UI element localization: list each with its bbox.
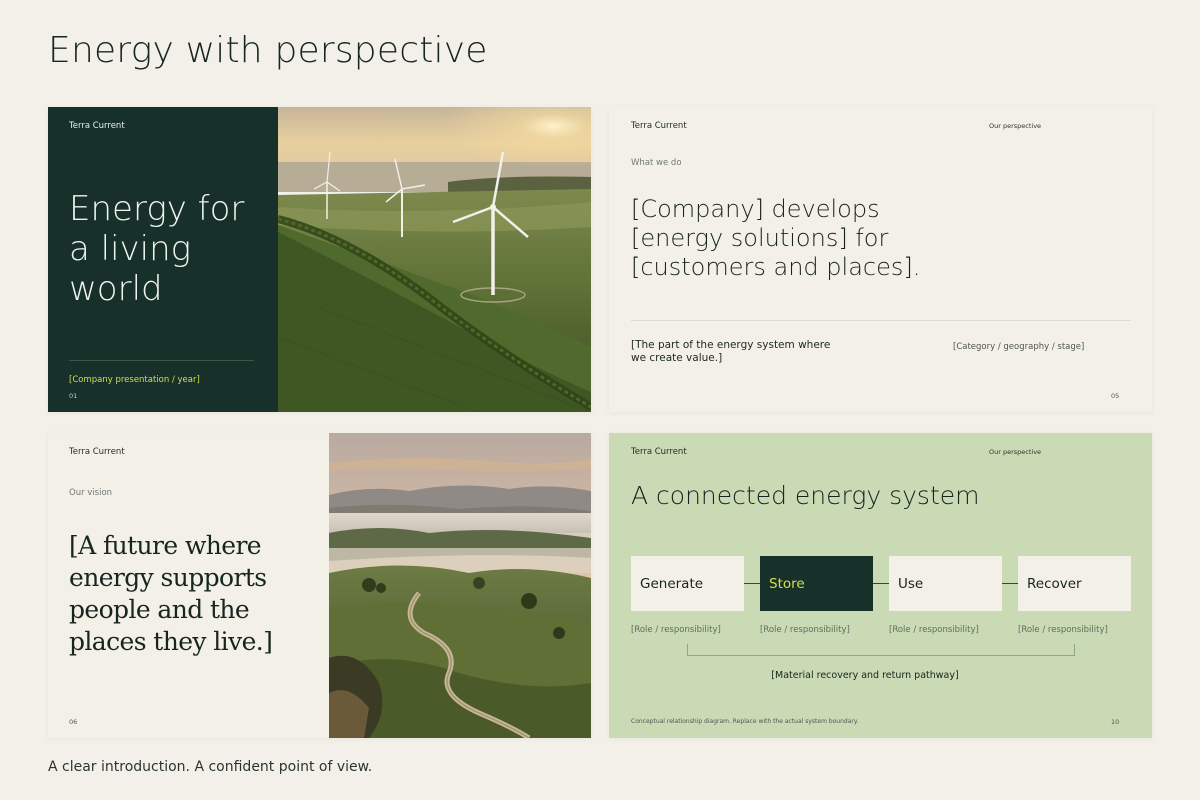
misty-valley-photo xyxy=(329,433,591,738)
page-title: Energy with perspective xyxy=(48,30,488,71)
step-store: Store xyxy=(760,556,873,611)
company-statement: [Company] develops [energy solutions] fo… xyxy=(631,195,921,281)
step-use: Use xyxy=(889,556,1002,611)
connector-line xyxy=(1002,583,1018,584)
brand-name: Terra Current xyxy=(69,121,125,131)
step-role: [Role / responsibility] xyxy=(631,625,721,635)
slide-number: 05 xyxy=(1111,392,1120,400)
presentation-meta: [Company presentation / year] xyxy=(69,375,200,385)
connector-line xyxy=(744,583,760,584)
return-pathway-bracket xyxy=(687,644,1075,656)
slide-what-we-do[interactable]: Terra Current Our perspective What we do… xyxy=(609,107,1152,412)
step-generate: Generate xyxy=(631,556,744,611)
step-role: [Role / responsibility] xyxy=(760,625,850,635)
slide-number: 01 xyxy=(69,392,78,400)
slide-connected-system[interactable]: Terra Current Our perspective A connecte… xyxy=(609,433,1152,738)
brand-name: Terra Current xyxy=(69,447,125,457)
value-description: [The part of the energy system where we … xyxy=(631,339,831,364)
eyebrow-label: Our vision xyxy=(69,488,113,498)
connector-line xyxy=(873,583,889,584)
brand-name: Terra Current xyxy=(631,121,687,131)
slide-title: A connected energy system xyxy=(631,481,980,510)
slide-cover[interactable]: Terra Current Energy for a living world … xyxy=(48,107,591,412)
pathway-label: [Material recovery and return pathway] xyxy=(771,670,959,681)
footnote: Conceptual relationship diagram. Replace… xyxy=(631,718,859,725)
page-caption: A clear introduction. A confident point … xyxy=(48,759,373,775)
vision-statement: [A future where energy supports people a… xyxy=(69,531,273,656)
divider xyxy=(69,360,254,361)
wind-turbines-photo xyxy=(278,107,591,412)
brand-name: Terra Current xyxy=(631,447,687,457)
step-role: [Role / responsibility] xyxy=(1018,625,1108,635)
slide-number: 06 xyxy=(69,718,78,726)
category-label: [Category / geography / stage] xyxy=(953,342,1085,352)
eyebrow-label: What we do xyxy=(631,158,682,168)
section-label: Our perspective xyxy=(989,122,1042,130)
step-role: [Role / responsibility] xyxy=(889,625,979,635)
slide-vision[interactable]: Terra Current Our vision [A future where… xyxy=(48,433,591,738)
step-recover: Recover xyxy=(1018,556,1131,611)
cover-panel: Terra Current Energy for a living world … xyxy=(48,107,278,412)
cover-headline: Energy for a living world xyxy=(69,189,245,309)
section-label: Our perspective xyxy=(989,448,1042,456)
divider xyxy=(631,320,1131,321)
slide-number: 10 xyxy=(1111,718,1120,726)
